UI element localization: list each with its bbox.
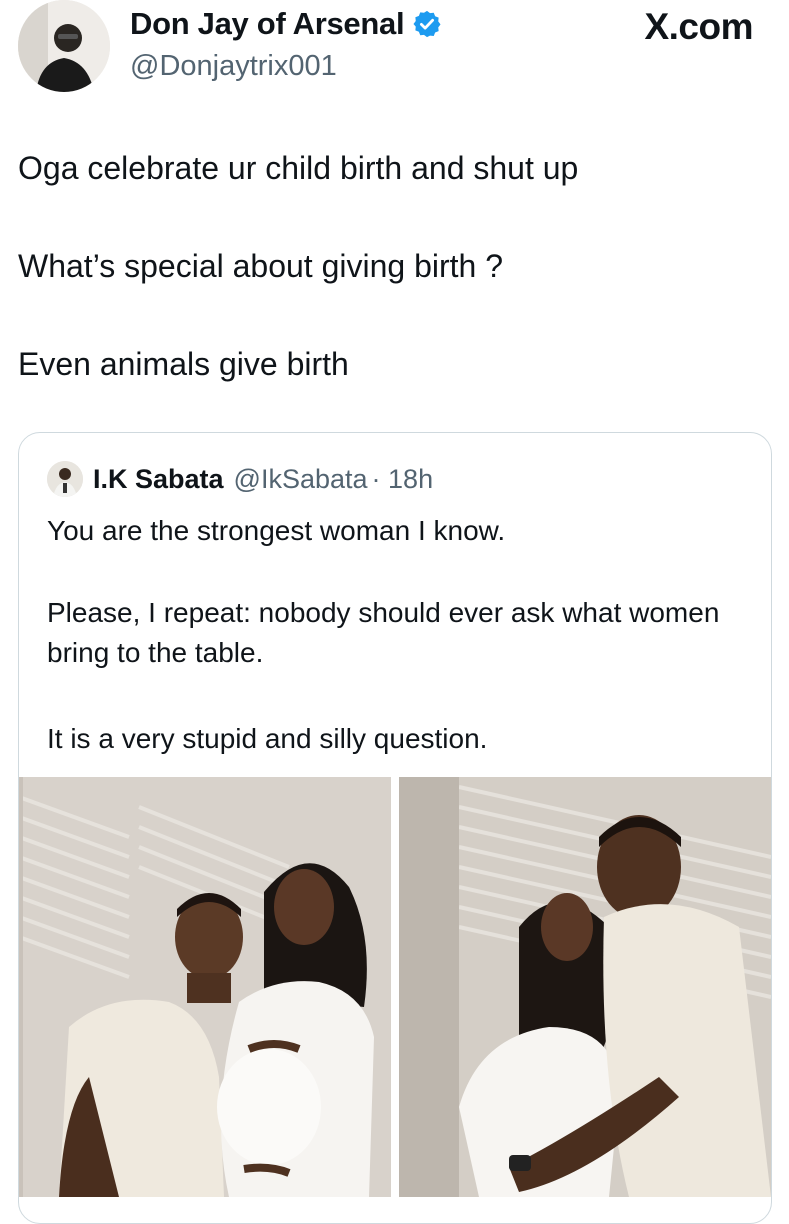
- quoted-paragraph-1: You are the strongest woman I know.: [47, 515, 506, 546]
- quoted-tweet-card[interactable]: I.K Sabata @IkSabata · 18h You are the s…: [18, 432, 772, 1224]
- verified-badge-icon: [413, 10, 441, 38]
- user-avatar-photo-icon: [18, 0, 110, 92]
- tweet: Don Jay of Arsenal @Donjaytrix001 X.com …: [0, 0, 789, 1224]
- quoted-avatar-photo-icon: [47, 461, 83, 497]
- author-name-row: Don Jay of Arsenal: [130, 6, 442, 42]
- post-text-line-3: Even animals give birth: [18, 346, 349, 382]
- maternity-photo-couple-embrace-icon: [399, 777, 771, 1197]
- quoted-photo-2[interactable]: [399, 777, 771, 1197]
- quoted-author-avatar[interactable]: [47, 461, 83, 497]
- post-text-line-2: What’s special about giving birth ?: [18, 248, 504, 284]
- quoted-media-grid: [19, 777, 771, 1197]
- brand-label: X.com: [644, 6, 753, 47]
- quoted-paragraph-2: Please, I repeat: nobody should ever ask…: [47, 597, 720, 668]
- quoted-tweet-header: I.K Sabata @IkSabata · 18h: [47, 461, 433, 497]
- quoted-display-name[interactable]: I.K Sabata: [93, 464, 224, 495]
- author-display-name[interactable]: Don Jay of Arsenal: [130, 6, 405, 42]
- quoted-timestamp[interactable]: · 18h: [372, 464, 434, 495]
- quoted-paragraph-3: It is a very stupid and silly question.: [47, 723, 488, 754]
- author-handle[interactable]: @Donjaytrix001: [130, 50, 337, 83]
- author-avatar[interactable]: [18, 0, 110, 92]
- post-text-line-1: Oga celebrate ur child birth and shut up: [18, 150, 579, 186]
- quoted-handle[interactable]: @IkSabata: [234, 464, 368, 495]
- quoted-photo-1[interactable]: [19, 777, 391, 1197]
- maternity-photo-couple-kneeling-icon: [19, 777, 391, 1197]
